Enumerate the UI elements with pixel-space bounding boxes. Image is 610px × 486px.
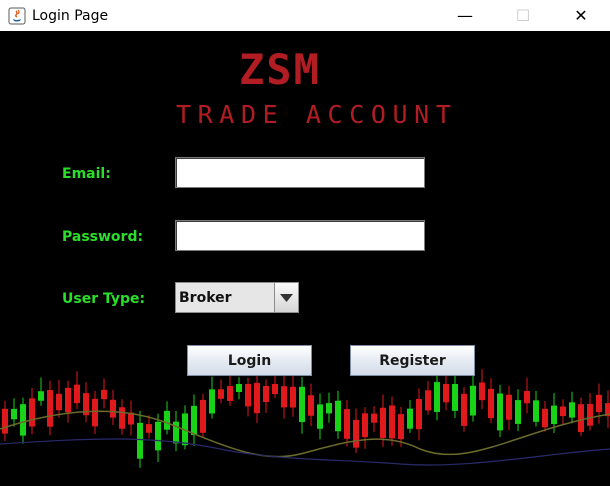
candle-body [263, 385, 269, 403]
candle-body [191, 405, 197, 436]
candle-body [443, 384, 449, 403]
candle-body [596, 394, 602, 413]
java-app-icon [8, 7, 26, 25]
candle-body [200, 399, 206, 433]
user-type-value: Broker [176, 283, 275, 312]
candle-body [398, 414, 404, 440]
title-bar[interactable]: Login Page — ☐ ✕ [0, 0, 610, 31]
candle-body [560, 406, 566, 417]
candle-body [65, 387, 71, 413]
candle-body [56, 393, 62, 411]
candle-body [218, 389, 224, 399]
candle-body [119, 407, 125, 429]
candle-body [155, 421, 161, 451]
candle-body [353, 419, 359, 448]
candle-body [452, 384, 458, 411]
candle-body [20, 404, 26, 436]
maximize-button[interactable]: ☐ [494, 0, 552, 31]
user-type-select[interactable]: Broker [175, 282, 299, 313]
candle-body [344, 409, 350, 439]
window-title: Login Page [32, 7, 109, 24]
password-field[interactable] [175, 220, 425, 251]
candle-body [479, 382, 485, 401]
login-button[interactable]: Login [187, 345, 312, 376]
candle-body [209, 389, 215, 414]
candle-body [470, 385, 476, 416]
candle-body [551, 405, 557, 425]
candle-body [254, 382, 260, 414]
candle-body [434, 382, 440, 412]
candle-body [272, 384, 278, 395]
minimize-button[interactable]: — [436, 0, 494, 31]
candle-body [371, 413, 377, 423]
window-controls: — ☐ ✕ [436, 0, 610, 31]
candle-body [308, 395, 314, 416]
candle-body [515, 400, 521, 424]
candle-body [2, 408, 8, 434]
logo-title: ZSM [239, 45, 321, 94]
maximize-icon: ☐ [515, 6, 531, 25]
minimize-icon: — [457, 6, 473, 25]
logo-subtitle: TRADE ACCOUNT [176, 100, 458, 129]
candle-body [137, 422, 143, 459]
candle-body [461, 393, 467, 426]
password-label: Password: [62, 229, 144, 245]
login-panel: ZSM TRADE ACCOUNT Email: Password: User … [0, 31, 610, 486]
candle-body [317, 404, 323, 429]
candle-body [11, 408, 17, 420]
email-field[interactable] [175, 157, 425, 188]
user-type-label: User Type: [62, 291, 146, 307]
candle-body [74, 384, 80, 404]
candle-body [110, 399, 116, 418]
candlestick-chart-image [0, 369, 610, 468]
candle-body [533, 400, 539, 422]
candle-body [578, 404, 584, 433]
candle-body [362, 413, 368, 438]
candle-body [380, 407, 386, 438]
close-button[interactable]: ✕ [552, 0, 610, 31]
candle-body [245, 384, 251, 407]
candle-body [407, 408, 413, 429]
candle-body [146, 424, 152, 433]
candle-body [92, 398, 98, 427]
candle-body [29, 398, 35, 427]
candle-body [38, 391, 44, 401]
candle-body [524, 391, 530, 404]
candle-body [101, 389, 107, 400]
candle-body [290, 386, 296, 408]
register-button[interactable]: Register [350, 345, 475, 376]
candle-body [236, 384, 242, 393]
chevron-down-icon[interactable] [275, 283, 298, 312]
login-window: Login Page — ☐ ✕ ZSM TRADE ACCOUNT Email… [0, 0, 610, 486]
candle-body [389, 405, 395, 439]
candle-body [335, 400, 341, 432]
candle-body [416, 398, 422, 430]
close-icon: ✕ [574, 6, 588, 25]
candle-body [47, 390, 53, 427]
candle-body [299, 386, 305, 422]
candle-body [542, 408, 548, 428]
candle-body [227, 386, 233, 401]
candle-body [281, 386, 287, 408]
candle-body [506, 394, 512, 420]
email-label: Email: [62, 166, 111, 182]
candle-body [326, 403, 332, 414]
candle-body [587, 403, 593, 426]
candle-body [488, 388, 494, 419]
candle-body [425, 390, 431, 411]
candle-body [164, 410, 170, 430]
candle-body [569, 402, 575, 418]
candle-body [497, 393, 503, 431]
